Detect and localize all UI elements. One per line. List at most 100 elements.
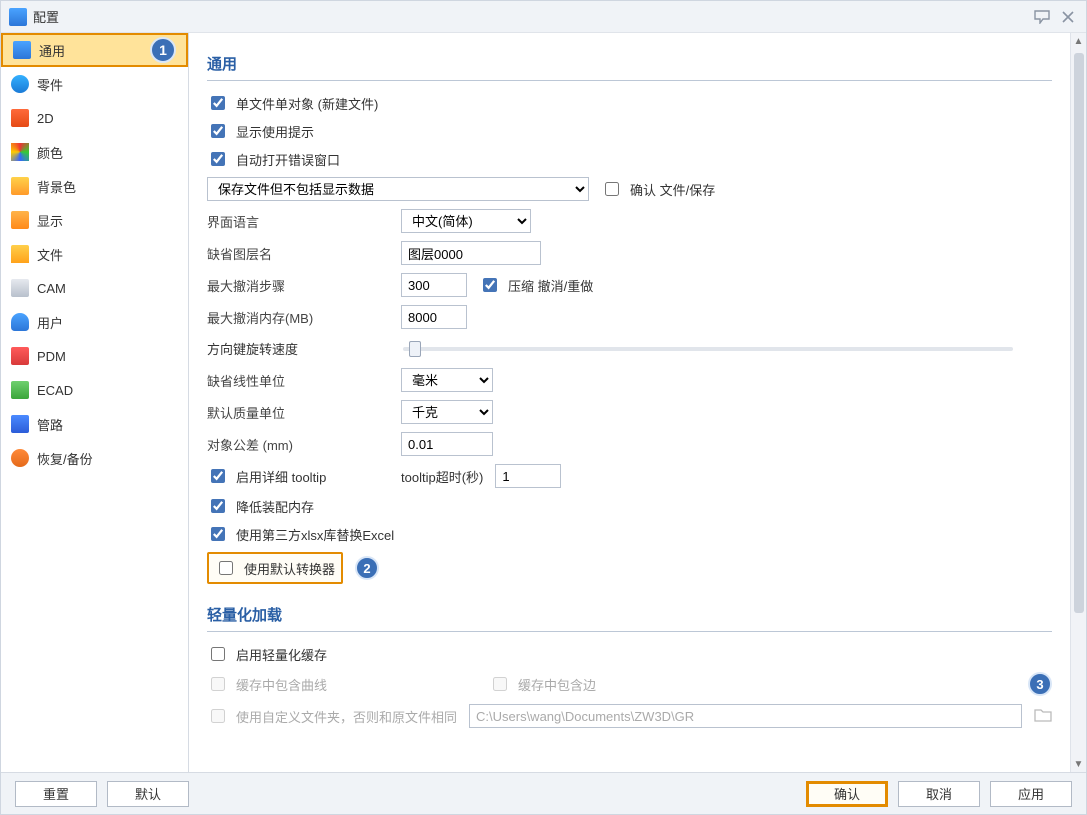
undo-steps-input[interactable] bbox=[401, 273, 467, 297]
chk-single-file[interactable]: 单文件单对象 (新建文件) bbox=[207, 93, 378, 113]
lbl-undo-steps: 最大撤消步骤 bbox=[207, 276, 389, 295]
callout-1: 1 bbox=[150, 37, 176, 63]
chk-lw-edges[interactable]: 缓存中包含边 bbox=[489, 674, 596, 694]
chk-auto-error[interactable]: 自动打开错误窗口 bbox=[207, 149, 340, 169]
reset-button[interactable]: 重置 bbox=[15, 781, 97, 807]
lbl-mass-unit: 默认质量单位 bbox=[207, 403, 389, 422]
lbl-rotate-speed: 方向键旋转速度 bbox=[207, 339, 389, 358]
sidebar-item-label: 文件 bbox=[37, 245, 63, 264]
part-icon bbox=[11, 75, 29, 93]
sidebar-item-general[interactable]: 通用 1 bbox=[1, 33, 188, 67]
chk-reduce-mem[interactable]: 降低装配内存 bbox=[207, 496, 314, 516]
sidebar-item-user[interactable]: 用户 bbox=[1, 305, 188, 339]
linear-unit-select[interactable]: 毫米 bbox=[401, 368, 493, 392]
section-lightweight-title: 轻量化加载 bbox=[207, 598, 1052, 632]
sidebar-item-label: 用户 bbox=[37, 313, 63, 332]
scroll-thumb[interactable] bbox=[1074, 53, 1084, 613]
sidebar-item-part[interactable]: 零件 bbox=[1, 67, 188, 101]
lbl-tooltip-timeout: tooltip超时(秒) bbox=[401, 467, 483, 486]
chk-default-converter[interactable]: 使用默认转换器 bbox=[215, 558, 335, 578]
chk-lw-enable[interactable]: 启用轻量化缓存 bbox=[207, 644, 327, 664]
browse-folder-icon[interactable] bbox=[1034, 707, 1052, 725]
scroll-down-arrow[interactable]: ▼ bbox=[1071, 756, 1086, 772]
lbl-undo-mem: 最大撤消内存(MB) bbox=[207, 308, 389, 327]
sidebar-item-label: 零件 bbox=[37, 75, 63, 94]
chk-lw-custom-folder[interactable]: 使用自定义文件夹，否则和原文件相同 bbox=[207, 706, 457, 726]
general-icon bbox=[13, 41, 31, 59]
user-icon bbox=[11, 313, 29, 331]
sidebar-item-label: 恢复/备份 bbox=[37, 449, 93, 468]
file-icon bbox=[11, 245, 29, 263]
app-icon bbox=[9, 8, 27, 26]
sidebar-item-display[interactable]: 显示 bbox=[1, 203, 188, 237]
rotate-speed-slider[interactable] bbox=[403, 347, 1013, 351]
main-panel: 通用 单文件单对象 (新建文件) 显示使用提示 自动打开错误窗口 保存文件但不包… bbox=[189, 33, 1070, 772]
sidebar-item-pipe[interactable]: 管路 bbox=[1, 407, 188, 441]
footer: 重置 默认 确认 取消 应用 bbox=[1, 772, 1086, 814]
sidebar-item-cam[interactable]: CAM bbox=[1, 271, 188, 305]
window-title: 配置 bbox=[33, 7, 1026, 26]
ok-button[interactable]: 确认 bbox=[806, 781, 888, 807]
feedback-icon[interactable] bbox=[1032, 7, 1052, 27]
body: 通用 1 零件 2D 颜色 背景色 显示 文件 CAM 用户 PDM ECAD … bbox=[1, 33, 1086, 772]
bgcolor-icon bbox=[11, 177, 29, 195]
lbl-linear-unit: 缺省线性单位 bbox=[207, 371, 389, 390]
callout-2: 2 bbox=[355, 556, 379, 580]
chk-lw-curves[interactable]: 缓存中包含曲线 bbox=[207, 674, 477, 694]
cam-icon bbox=[11, 279, 29, 297]
color-icon bbox=[11, 143, 29, 161]
2d-icon bbox=[11, 109, 29, 127]
apply-button[interactable]: 应用 bbox=[990, 781, 1072, 807]
sidebar-item-label: 2D bbox=[37, 111, 54, 126]
tolerance-input[interactable] bbox=[401, 432, 493, 456]
ecad-icon bbox=[11, 381, 29, 399]
tooltip-timeout-input[interactable] bbox=[495, 464, 561, 488]
config-dialog: 配置 通用 1 零件 2D 颜色 背景色 显示 文件 CAM 用户 PDM EC… bbox=[0, 0, 1087, 815]
chk-show-hint[interactable]: 显示使用提示 bbox=[207, 121, 314, 141]
restore-icon bbox=[11, 449, 29, 467]
display-icon bbox=[11, 211, 29, 229]
callout-3: 3 bbox=[1028, 672, 1052, 696]
sidebar-item-label: PDM bbox=[37, 349, 66, 364]
lw-path-input[interactable] bbox=[469, 704, 1022, 728]
pipe-icon bbox=[11, 415, 29, 433]
sidebar-item-label: CAM bbox=[37, 281, 66, 296]
lbl-layer: 缺省图层名 bbox=[207, 244, 389, 263]
sidebar-item-pdm[interactable]: PDM bbox=[1, 339, 188, 373]
pdm-icon bbox=[11, 347, 29, 365]
vertical-scrollbar[interactable]: ▲ ▼ bbox=[1070, 33, 1086, 772]
sidebar-item-label: 颜色 bbox=[37, 143, 63, 162]
sidebar-item-2d[interactable]: 2D bbox=[1, 101, 188, 135]
save-mode-select[interactable]: 保存文件但不包括显示数据 bbox=[207, 177, 589, 201]
sidebar-item-label: ECAD bbox=[37, 383, 73, 398]
layer-name-input[interactable] bbox=[401, 241, 541, 265]
sidebar-item-color[interactable]: 颜色 bbox=[1, 135, 188, 169]
cancel-button[interactable]: 取消 bbox=[898, 781, 980, 807]
lbl-language: 界面语言 bbox=[207, 212, 389, 231]
slider-thumb[interactable] bbox=[409, 341, 421, 357]
chk-compress-undo[interactable]: 压缩 撤消/重做 bbox=[479, 275, 593, 295]
highlight-default-converter: 使用默认转换器 bbox=[207, 552, 343, 584]
sidebar-item-label: 通用 bbox=[39, 41, 65, 60]
language-select[interactable]: 中文(简体) bbox=[401, 209, 531, 233]
defaults-button[interactable]: 默认 bbox=[107, 781, 189, 807]
titlebar: 配置 bbox=[1, 1, 1086, 33]
undo-mem-input[interactable] bbox=[401, 305, 467, 329]
chk-tooltip[interactable]: 启用详细 tooltip bbox=[207, 466, 389, 486]
scroll-up-arrow[interactable]: ▲ bbox=[1071, 33, 1086, 49]
mass-unit-select[interactable]: 千克 bbox=[401, 400, 493, 424]
sidebar: 通用 1 零件 2D 颜色 背景色 显示 文件 CAM 用户 PDM ECAD … bbox=[1, 33, 189, 772]
sidebar-item-restore[interactable]: 恢复/备份 bbox=[1, 441, 188, 475]
chk-xlsx[interactable]: 使用第三方xlsx库替换Excel bbox=[207, 524, 394, 544]
sidebar-item-file[interactable]: 文件 bbox=[1, 237, 188, 271]
sidebar-item-label: 显示 bbox=[37, 211, 63, 230]
main-wrap: 通用 单文件单对象 (新建文件) 显示使用提示 自动打开错误窗口 保存文件但不包… bbox=[189, 33, 1086, 772]
lbl-tolerance: 对象公差 (mm) bbox=[207, 435, 389, 454]
close-icon[interactable] bbox=[1058, 7, 1078, 27]
sidebar-item-bgcolor[interactable]: 背景色 bbox=[1, 169, 188, 203]
section-general-title: 通用 bbox=[207, 47, 1052, 81]
sidebar-item-label: 背景色 bbox=[37, 177, 76, 196]
sidebar-item-label: 管路 bbox=[37, 415, 63, 434]
chk-confirm-save[interactable]: 确认 文件/保存 bbox=[601, 179, 715, 199]
sidebar-item-ecad[interactable]: ECAD bbox=[1, 373, 188, 407]
